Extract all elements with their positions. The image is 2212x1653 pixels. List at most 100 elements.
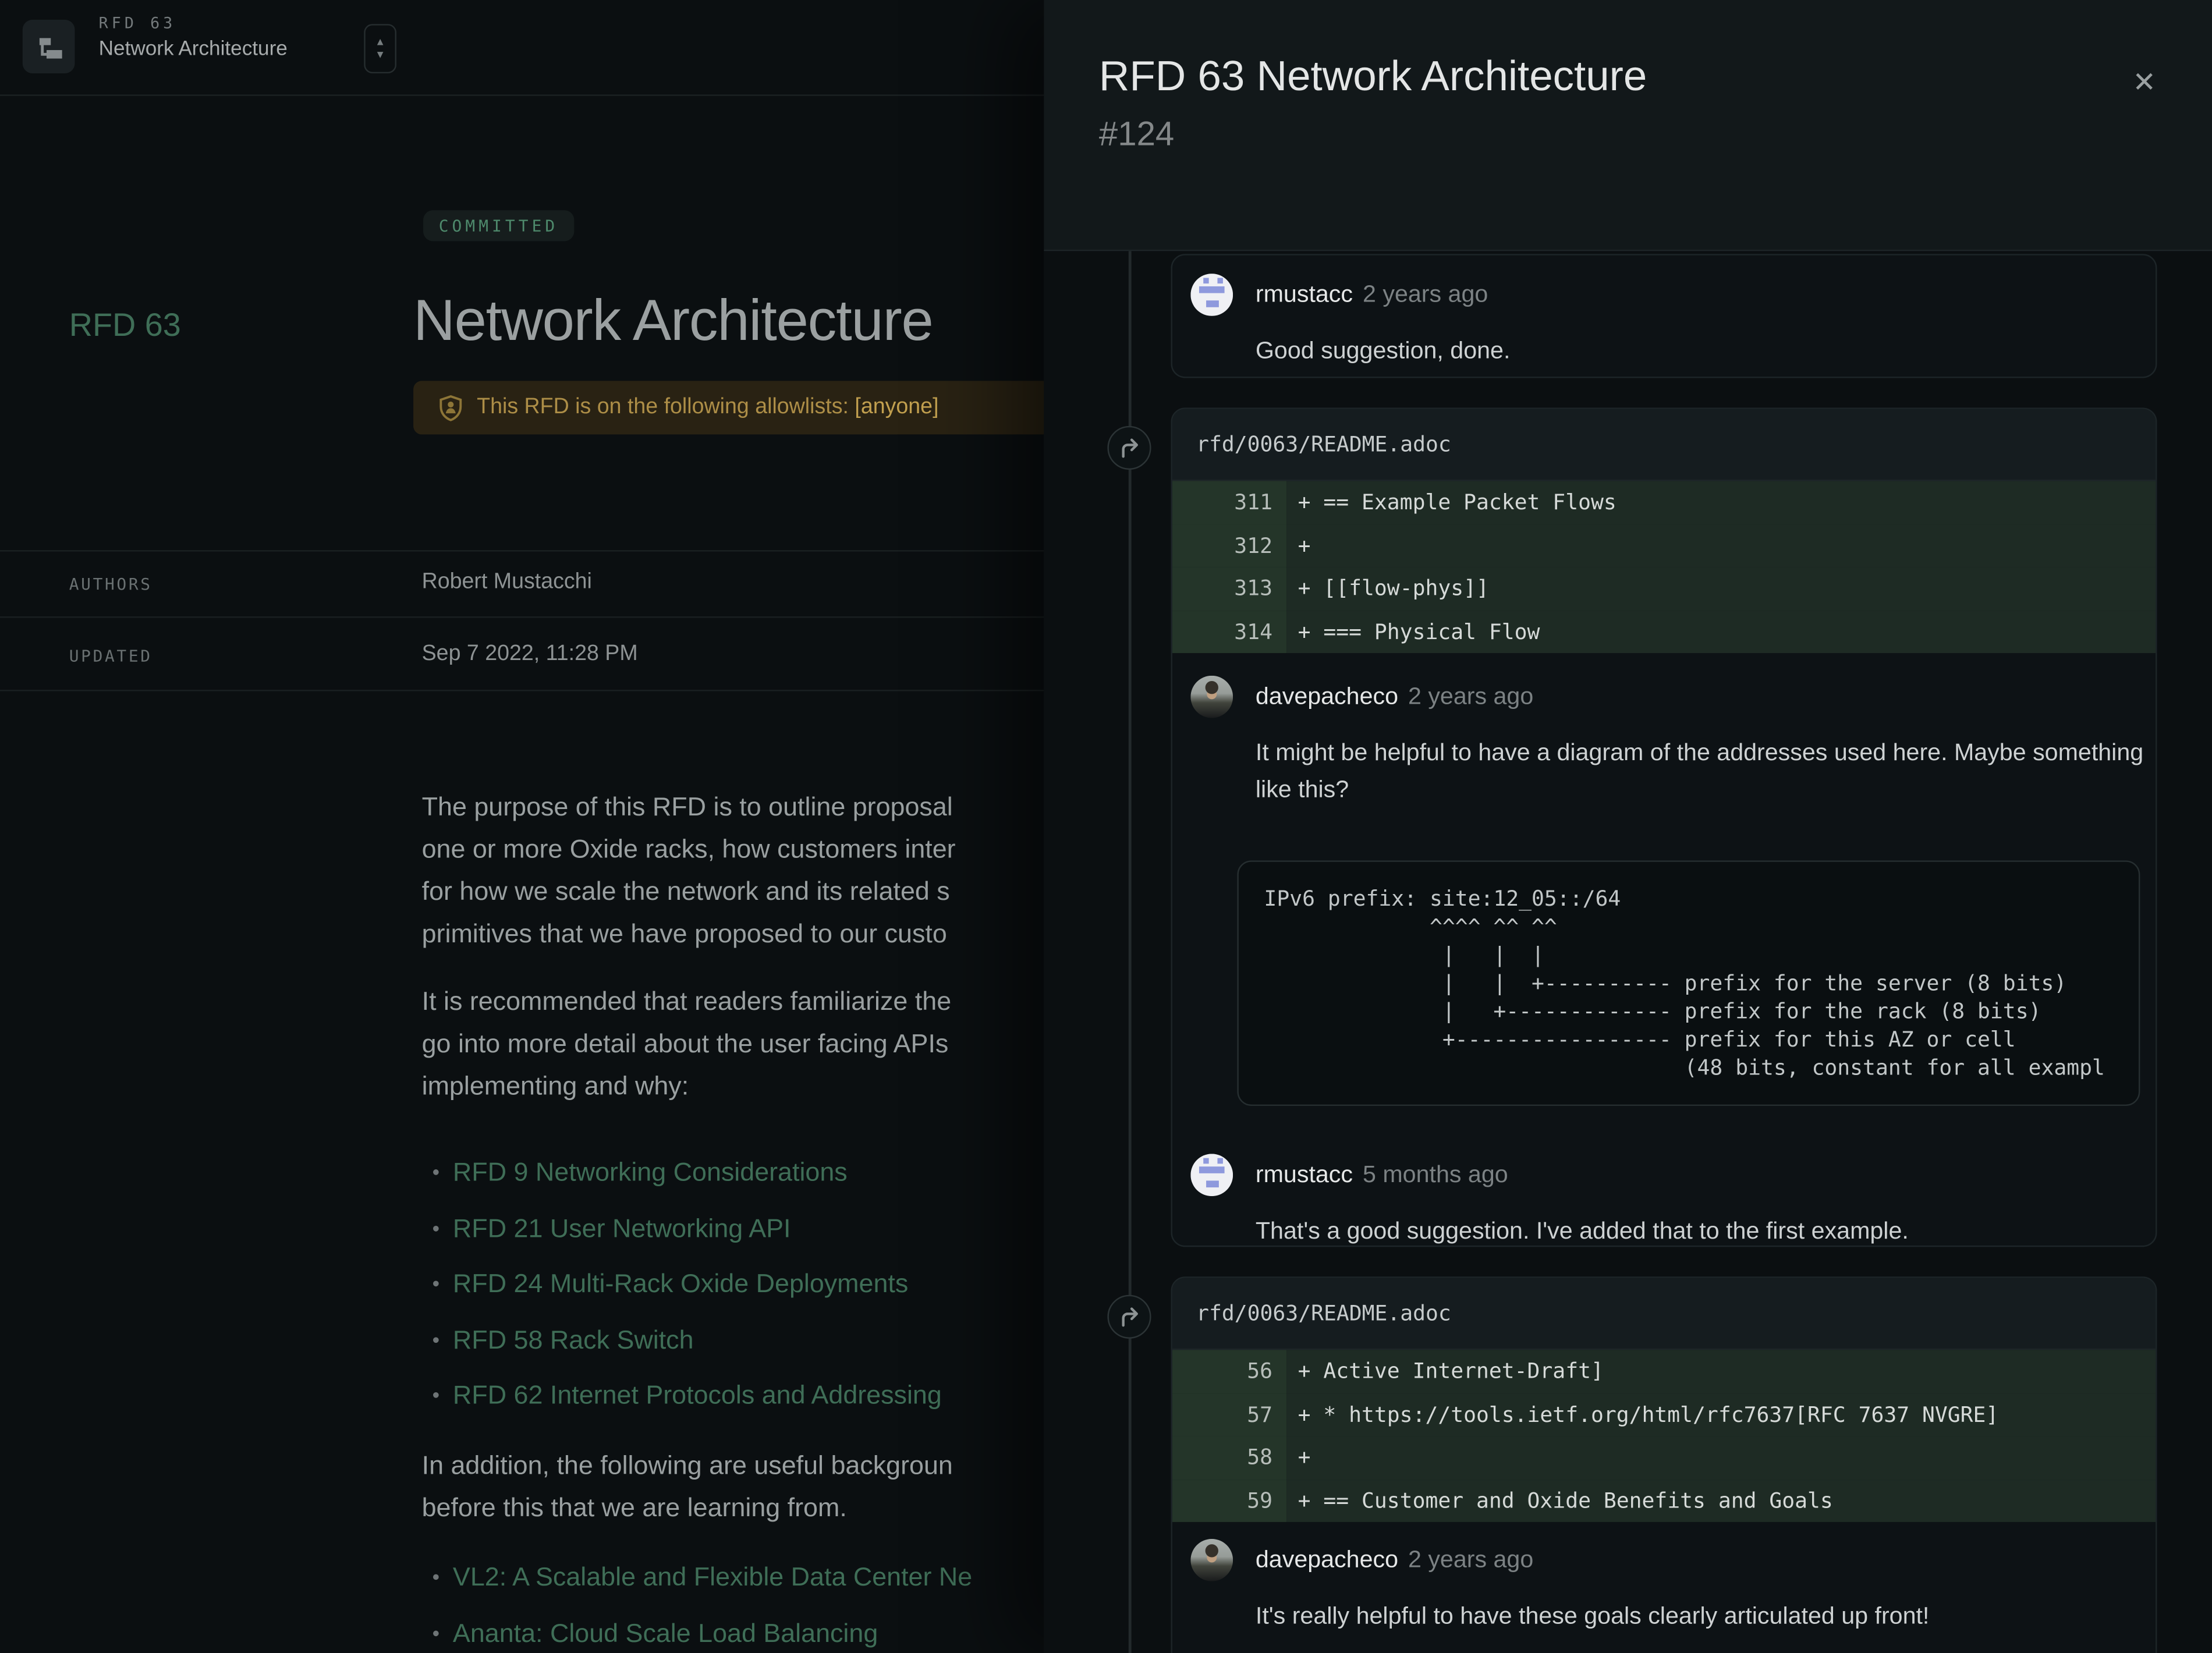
discussion-number: #124 [1099, 116, 1174, 155]
divider [0, 690, 1044, 691]
discussion-panel-header: RFD 63 Network Architecture #124 ✕ [1044, 0, 2212, 251]
diff-code: + [1286, 1436, 2156, 1479]
diff-line: 312+ [1172, 524, 2156, 567]
line-number: 312 [1172, 524, 1286, 567]
diff-code: + [[flow-phys]] [1286, 567, 2156, 610]
list-item[interactable]: VL2: A Scalable and Flexible Data Center… [422, 1556, 1044, 1598]
comment-text: Good suggestion, done. [1256, 333, 2137, 370]
diff-code: + == Customer and Oxide Benefits and Goa… [1286, 1479, 2156, 1522]
ascii-diagram-block: IPv6 prefix: site:12_05::/64 ^^^^ ^^ ^^ … [1237, 860, 2140, 1106]
status-badge: COMMITTED [423, 210, 574, 241]
line-number: 313 [1172, 567, 1286, 610]
file-path-header[interactable]: rfd/0063/README.adoc [1172, 409, 2156, 481]
bullet-dot [433, 1169, 439, 1175]
list-item[interactable]: RFD 21 User Networking API [422, 1207, 1044, 1249]
line-number: 56 [1172, 1350, 1286, 1393]
shield-person-icon [439, 394, 463, 421]
bullet-dot [433, 1574, 439, 1580]
comment-author[interactable]: rmustacc [1256, 281, 1353, 308]
close-icon[interactable]: ✕ [2125, 62, 2164, 102]
avatar [1190, 274, 1233, 316]
paragraph-recommended: It is recommended that readers familiari… [422, 980, 1044, 1107]
diff-line: 57+ * https://tools.ietf.org/html/rfc763… [1172, 1393, 2156, 1436]
diff-line: 311+ == Example Packet Flows [1172, 481, 2156, 524]
bullet-dot [433, 1336, 439, 1342]
comment-timestamp: 2 years ago [1363, 281, 1488, 308]
authors-value: Robert Mustacchi [422, 570, 592, 595]
rfd-link[interactable]: RFD 58 Rack Switch [453, 1324, 694, 1354]
comment-text: It might be helpful to have a diagram of… [1256, 735, 2144, 808]
diff-code: + === Physical Flow [1286, 610, 2156, 653]
list-item[interactable]: RFD 9 Networking Considerations [422, 1151, 1044, 1194]
discussion-title: RFD 63 Network Architecture [1099, 54, 1647, 101]
diff-code: + == Example Packet Flows [1286, 481, 2156, 524]
paragraph-purpose: The purpose of this RFD is to outline pr… [422, 786, 1044, 955]
diff-line: 56+ Active Internet-Draft] [1172, 1350, 2156, 1393]
comment-timestamp: 5 months ago [1363, 1161, 1508, 1189]
allowlist-value: [anyone] [855, 395, 938, 419]
comment-timestamp: 2 years ago [1408, 683, 1533, 711]
background-paper-list: VL2: A Scalable and Flexible Data Center… [422, 1556, 1044, 1653]
sidebar-toggle-button[interactable] [23, 20, 75, 73]
diff-code: + [1286, 524, 2156, 567]
chevron-up-icon: ▲ [375, 37, 385, 48]
list-tree-icon [34, 33, 62, 61]
comment: davepacheco 2 years ago It's really help… [1172, 1522, 2156, 1653]
corner-up-right-arrow-icon [1117, 436, 1141, 460]
paragraph-background: In addition, the following are useful ba… [422, 1445, 1044, 1529]
comment: davepacheco 2 years ago It might be help… [1172, 653, 2156, 828]
rfd-link[interactable]: RFD 21 User Networking API [453, 1212, 791, 1243]
comment: rmustacc 5 months ago That's a good sugg… [1172, 1106, 2156, 1247]
file-path-header[interactable]: rfd/0063/README.adoc [1172, 1278, 2156, 1350]
app-window: RFD 63 Network Architecture ▲ ▼ COMMITTE… [0, 0, 2212, 1653]
list-item[interactable]: RFD 62 Internet Protocols and Addressing [422, 1374, 1044, 1416]
corner-up-right-arrow-icon [1117, 1305, 1141, 1329]
allowlist-banner-text: This RFD is on the following allowlists:… [477, 395, 938, 421]
diff-line: 58+ [1172, 1436, 2156, 1479]
comment-timestamp: 2 years ago [1408, 1546, 1533, 1574]
chevron-down-icon: ▼ [375, 49, 385, 61]
rfd-link[interactable]: RFD 24 Multi-Rack Oxide Deployments [453, 1268, 908, 1299]
diff-code: + * https://tools.ietf.org/html/rfc7637[… [1286, 1393, 2156, 1436]
topbar-rfd-title: Network Architecture [99, 38, 288, 61]
paper-link[interactable]: Ananta: Cloud Scale Load Balancing [453, 1617, 878, 1648]
code-reference-marker [1107, 1295, 1151, 1339]
comment-text: It's really helpful to have these goals … [1256, 1598, 2137, 1635]
line-number: 59 [1172, 1479, 1286, 1522]
avatar [1190, 1154, 1233, 1196]
bullet-dot [433, 1630, 439, 1636]
rfd-link[interactable]: RFD 62 Internet Protocols and Addressing [453, 1379, 942, 1410]
comment-author[interactable]: davepacheco [1256, 683, 1398, 711]
updated-value: Sep 7 2022, 11:28 PM [422, 642, 638, 668]
rfd-link[interactable]: RFD 9 Networking Considerations [453, 1157, 848, 1187]
bullet-dot [433, 1392, 439, 1398]
diff-block: 56+ Active Internet-Draft] 57+ * https:/… [1172, 1350, 2156, 1522]
review-thread-card: rfd/0063/README.adoc 311+ == Example Pac… [1171, 407, 2157, 1247]
line-number: 314 [1172, 610, 1286, 653]
diff-line: 314+ === Physical Flow [1172, 610, 2156, 653]
list-item[interactable]: Ananta: Cloud Scale Load Balancing [422, 1612, 1044, 1653]
discussion-panel: RFD 63 Network Architecture #124 ✕ rmust… [1044, 0, 2212, 1653]
related-rfd-list: RFD 9 Networking Considerations RFD 21 U… [422, 1151, 1044, 1430]
topbar-breadcrumb: RFD 63 Network Architecture [99, 14, 288, 61]
avatar [1190, 676, 1233, 718]
comment-text: That's a good suggestion. I've added tha… [1256, 1213, 2137, 1247]
avatar [1190, 1539, 1233, 1581]
rfd-selector-button[interactable]: ▲ ▼ [364, 24, 396, 73]
list-item[interactable]: RFD 58 Rack Switch [422, 1318, 1044, 1361]
list-item[interactable]: RFD 24 Multi-Rack Oxide Deployments [422, 1262, 1044, 1305]
paper-link[interactable]: VL2: A Scalable and Flexible Data Center… [453, 1562, 972, 1592]
comment-author[interactable]: rmustacc [1256, 1161, 1353, 1189]
ascii-diagram: IPv6 prefix: site:12_05::/64 ^^^^ ^^ ^^ … [1264, 885, 2139, 1082]
topbar-rfd-label: RFD 63 [99, 14, 288, 33]
bullet-dot [433, 1225, 439, 1231]
line-number: 57 [1172, 1393, 1286, 1436]
rfd-number-label: RFD 63 [69, 306, 181, 344]
comment-author[interactable]: davepacheco [1256, 1546, 1398, 1574]
diff-line: 59+ == Customer and Oxide Benefits and G… [1172, 1479, 2156, 1522]
review-thread-card: rfd/0063/README.adoc 56+ Active Internet… [1171, 1276, 2157, 1653]
authors-label: AUTHORS [69, 574, 153, 594]
code-reference-marker [1107, 426, 1151, 470]
page-title: Network Architecture [413, 288, 933, 354]
bullet-dot [433, 1281, 439, 1287]
